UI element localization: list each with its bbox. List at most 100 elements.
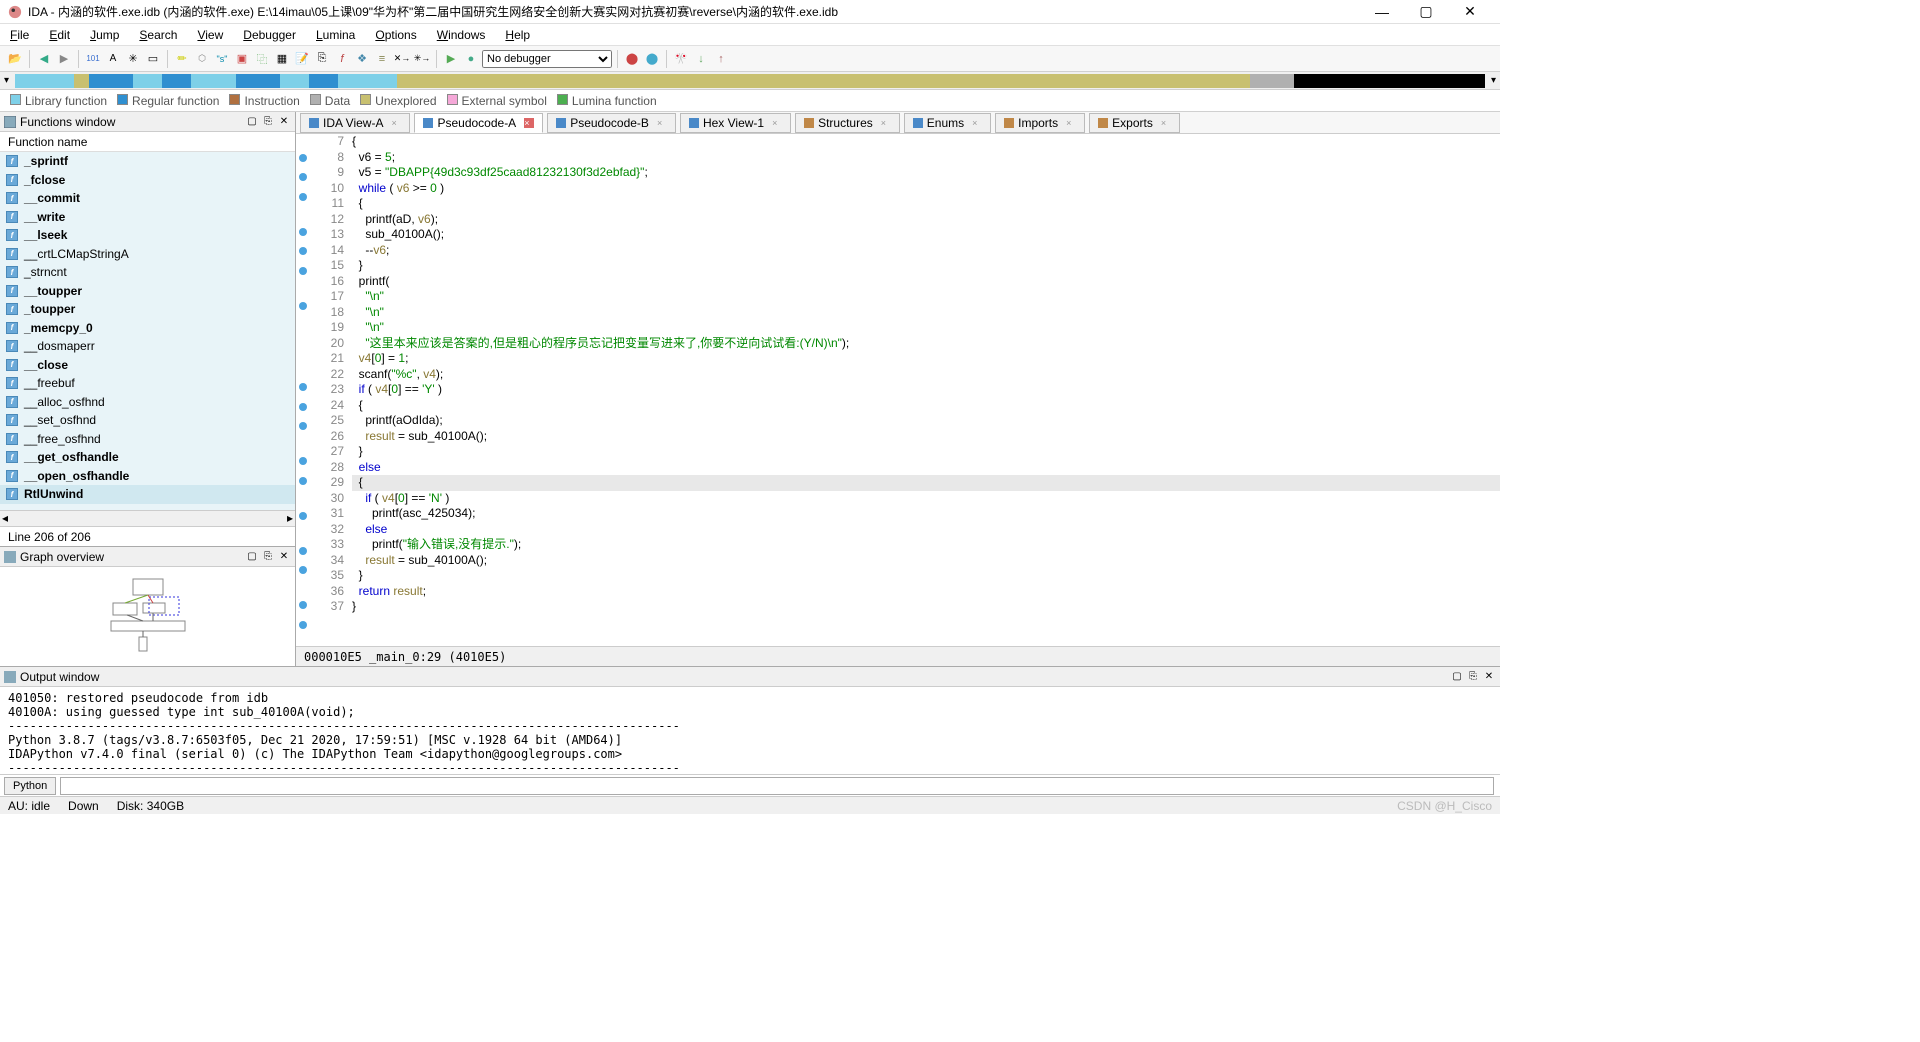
code-line[interactable]: result = sub_40100A(); [352, 429, 1500, 445]
script-icon[interactable]: ⎘ [313, 50, 331, 68]
minimize-button[interactable]: — [1360, 1, 1404, 23]
menu-help[interactable]: Help [501, 26, 534, 44]
forward-icon[interactable]: ▶ [55, 50, 73, 68]
function-item[interactable]: f__set_osfhnd [0, 411, 295, 430]
tab-close-icon[interactable]: × [1066, 118, 1076, 128]
breakpoint-dot[interactable] [299, 457, 307, 465]
function-item[interactable]: f__get_osfhandle [0, 448, 295, 467]
code-line[interactable]: printf("输入错误,没有提示."); [352, 537, 1500, 553]
menu-debugger[interactable]: Debugger [239, 26, 300, 44]
tab-close-icon[interactable]: × [772, 118, 782, 128]
code-line[interactable]: { [352, 134, 1500, 150]
breakpoint-dot[interactable] [299, 173, 307, 181]
bp2-icon[interactable]: ⬤ [643, 50, 661, 68]
tab-close-icon[interactable]: × [657, 118, 667, 128]
open-icon[interactable]: 📂 [6, 50, 24, 68]
function-item[interactable]: f__dosmaperr [0, 337, 295, 356]
code-line[interactable]: "这里本来应该是答案的,但是粗心的程序员忘记把变量写进来了,你要不逆向试试看:(… [352, 336, 1500, 352]
function-item[interactable]: f__open_osfhandle [0, 467, 295, 486]
breakpoint-dot[interactable] [299, 247, 307, 255]
code-line[interactable]: while ( v6 >= 0 ) [352, 181, 1500, 197]
strings-icon[interactable]: "s" [213, 50, 231, 68]
code-line[interactable]: else [352, 460, 1500, 476]
functions-hscroll[interactable]: ◂▸ [0, 510, 295, 526]
tab-pseudocode-a[interactable]: Pseudocode-A× [414, 113, 543, 133]
text-icon[interactable]: A [104, 50, 122, 68]
code-line[interactable]: else [352, 522, 1500, 538]
code-line[interactable]: "\n" [352, 289, 1500, 305]
tab-exports[interactable]: Exports× [1089, 113, 1180, 133]
code-line[interactable]: --v6; [352, 243, 1500, 259]
code-line[interactable]: result = sub_40100A(); [352, 553, 1500, 569]
tab-imports[interactable]: Imports× [995, 113, 1085, 133]
p2-icon[interactable]: ↓ [692, 50, 710, 68]
p1-icon[interactable]: 🎌 [672, 50, 690, 68]
code-line[interactable]: if ( v4[0] == 'N' ) [352, 491, 1500, 507]
function-item[interactable]: f__close [0, 356, 295, 375]
tab-close-icon[interactable]: × [524, 118, 534, 128]
breakpoint-dot[interactable] [299, 601, 307, 609]
nav-segment[interactable] [1294, 74, 1485, 88]
python-input[interactable] [60, 777, 1494, 795]
menu-edit[interactable]: Edit [45, 26, 74, 44]
panel-minimize-icon[interactable]: ▢ [245, 115, 259, 129]
output-text[interactable]: 401050: restored pseudocode from idb 401… [0, 687, 1500, 774]
function-item[interactable]: f_toupper [0, 300, 295, 319]
breakpoint-dot[interactable] [299, 621, 307, 629]
tab-ida-view-a[interactable]: IDA View-A× [300, 113, 410, 133]
function-item[interactable]: f_strncnt [0, 263, 295, 282]
item-icon[interactable]: ▭ [144, 50, 162, 68]
graph-icon[interactable]: ⿻ [253, 50, 271, 68]
enum-icon[interactable]: ≡ [373, 50, 391, 68]
debug-run-icon[interactable]: ▶ [442, 50, 460, 68]
maximize-button[interactable]: ▢ [1404, 1, 1448, 23]
function-item[interactable]: fRtlUnwind [0, 485, 295, 504]
tab-enums[interactable]: Enums× [904, 113, 991, 133]
code-line[interactable]: v6 = 5; [352, 150, 1500, 166]
code-line[interactable]: v4[0] = 1; [352, 351, 1500, 367]
calc-icon[interactable]: ▦ [273, 50, 291, 68]
nav-segment[interactable] [89, 74, 133, 88]
nav-segment[interactable] [397, 74, 1103, 88]
nav-segment[interactable] [74, 74, 89, 88]
panel-detach-icon[interactable]: ⎘ [1466, 670, 1480, 684]
python-button[interactable]: Python [4, 777, 56, 795]
tab-close-icon[interactable]: × [881, 118, 891, 128]
tab-close-icon[interactable]: × [1161, 118, 1171, 128]
panel-close-icon[interactable]: ✕ [277, 550, 291, 564]
breakpoint-dot[interactable] [299, 154, 307, 162]
nav-segment[interactable] [338, 74, 397, 88]
menu-file[interactable]: File [6, 26, 33, 44]
code-line[interactable]: v5 = "DBAPP{49d3c93df25caad81232130f3d2e… [352, 165, 1500, 181]
breakpoint-dot[interactable] [299, 302, 307, 310]
function-item[interactable]: f_fclose [0, 171, 295, 190]
nav-segment[interactable] [236, 74, 280, 88]
nav-segment[interactable] [280, 74, 309, 88]
function-item[interactable]: f__toupper [0, 282, 295, 301]
debug-stop-icon[interactable]: ● [462, 50, 480, 68]
tab-structures[interactable]: Structures× [795, 113, 900, 133]
breakpoint-dot[interactable] [299, 267, 307, 275]
breakpoint-dot[interactable] [299, 512, 307, 520]
code-line[interactable]: } [352, 444, 1500, 460]
code-line[interactable]: } [352, 599, 1500, 615]
function-item[interactable]: f__alloc_osfhnd [0, 393, 295, 412]
functions-column-header[interactable]: Function name [0, 132, 295, 152]
close-button[interactable]: ✕ [1448, 1, 1492, 23]
breakpoint-dot[interactable] [299, 228, 307, 236]
code-line[interactable]: "\n" [352, 320, 1500, 336]
nav-segment[interactable] [1250, 74, 1294, 88]
code-line[interactable]: { [352, 398, 1500, 414]
code-line[interactable]: if ( v4[0] == 'Y' ) [352, 382, 1500, 398]
code-line[interactable]: { [352, 475, 1500, 491]
menu-options[interactable]: Options [371, 26, 420, 44]
breakpoint-dot[interactable] [299, 193, 307, 201]
panel-detach-icon[interactable]: ⎘ [261, 115, 275, 129]
hex-icon[interactable]: ⬡ [193, 50, 211, 68]
code-line[interactable]: scanf("%c", v4); [352, 367, 1500, 383]
menu-search[interactable]: Search [135, 26, 181, 44]
highlight-icon[interactable]: ✏ [173, 50, 191, 68]
function-item[interactable]: f_memcpy_0 [0, 319, 295, 338]
panel-close-icon[interactable]: ✕ [1482, 670, 1496, 684]
panel-minimize-icon[interactable]: ▢ [245, 550, 259, 564]
